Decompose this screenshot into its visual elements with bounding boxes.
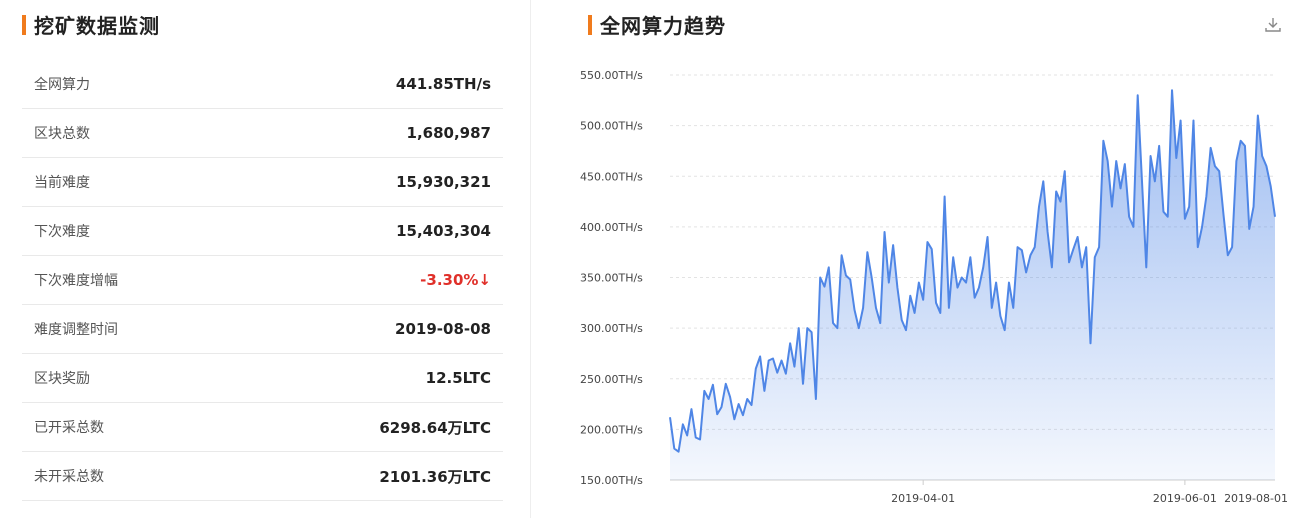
y-tick-label: 450.00TH/s (580, 170, 643, 183)
stat-row: 下次难度增幅 -3.30%↓ (22, 256, 503, 305)
stat-value: 441.85TH/s (395, 75, 491, 93)
panel-divider (530, 0, 531, 518)
hashrate-trend-title: 全网算力趋势 (588, 10, 726, 39)
stat-value: 1,680,987 (406, 124, 491, 142)
panel-title: 全网算力趋势 (600, 14, 726, 38)
stat-row: 已开采总数 6298.64万LTC (22, 403, 503, 452)
stat-value: 2101.36万LTC (379, 467, 491, 486)
stat-row: 未开采总数 2101.36万LTC (22, 452, 503, 501)
y-tick-label: 550.00TH/s (580, 69, 643, 82)
stat-label: 下次难度 (34, 224, 90, 240)
stat-row: 下次难度 15,403,304 (22, 207, 503, 256)
mining-monitor-panel: 挖矿数据监测 全网算力 441.85TH/s 区块总数 1,680,987 当前难度 15… (0, 0, 510, 518)
stat-value: 6298.64万LTC (379, 418, 491, 437)
x-tick-label: 2019-08-01 (1224, 492, 1288, 505)
stat-label: 区块奖励 (34, 371, 90, 387)
chart-series (669, 89, 1276, 480)
panel-title: 挖矿数据监测 (34, 14, 160, 38)
title-accent-bar (588, 14, 592, 35)
y-tick-label: 200.00TH/s (580, 423, 643, 436)
x-tick-label: 2019-06-01 (1153, 492, 1217, 505)
mining-monitor-title: 挖矿数据监测 (22, 10, 160, 39)
y-tick-label: 350.00TH/s (580, 272, 643, 285)
stat-row: 难度调整时间 2019-08-08 (22, 305, 503, 354)
stat-row: 当前难度 15,930,321 (22, 158, 503, 207)
stat-label: 下次难度增幅 (34, 273, 118, 289)
stat-value: 15,930,321 (396, 173, 491, 191)
stats-table: 全网算力 441.85TH/s 区块总数 1,680,987 当前难度 15,930,32… (22, 60, 503, 501)
stat-label: 难度调整时间 (34, 322, 118, 338)
stat-value: 12.5LTC (425, 369, 491, 387)
download-icon[interactable] (1264, 16, 1282, 34)
stat-label: 未开采总数 (34, 469, 104, 485)
x-axis: 2019-04-01 2019-06-01 2019-08-01 (670, 479, 1288, 505)
hashrate-chart: 550.00TH/s 500.00TH/s 450.00TH/s 400.00TH/s… (580, 69, 1288, 505)
stat-label: 区块总数 (34, 126, 90, 142)
y-tick-label: 250.00TH/s (580, 373, 643, 386)
stat-row: 区块奖励 12.5LTC (22, 354, 503, 403)
y-tick-label: 300.00TH/s (580, 322, 643, 335)
y-axis: 550.00TH/s 500.00TH/s 450.00TH/s 400.00TH/s… (580, 69, 643, 487)
stat-label: 已开采总数 (34, 420, 104, 436)
y-tick-label: 150.00TH/s (580, 474, 643, 487)
stat-row: 全网算力 441.85TH/s (22, 60, 503, 109)
stat-label: 全网算力 (34, 77, 90, 93)
hashrate-trend-panel: 全网算力趋势 550.00TH/s 500.00TH/s 450.00TH/s 400… (560, 0, 1300, 518)
stat-value: -3.30%↓ (420, 271, 491, 289)
stat-value: 15,403,304 (396, 222, 491, 240)
y-tick-label: 500.00TH/s (580, 120, 643, 133)
stat-label: 当前难度 (34, 175, 90, 191)
stat-value: 2019-08-08 (395, 320, 491, 338)
title-accent-bar (22, 14, 26, 35)
x-tick-label: 2019-04-01 (891, 492, 955, 505)
y-tick-label: 400.00TH/s (580, 221, 643, 234)
stat-row: 区块总数 1,680,987 (22, 109, 503, 158)
